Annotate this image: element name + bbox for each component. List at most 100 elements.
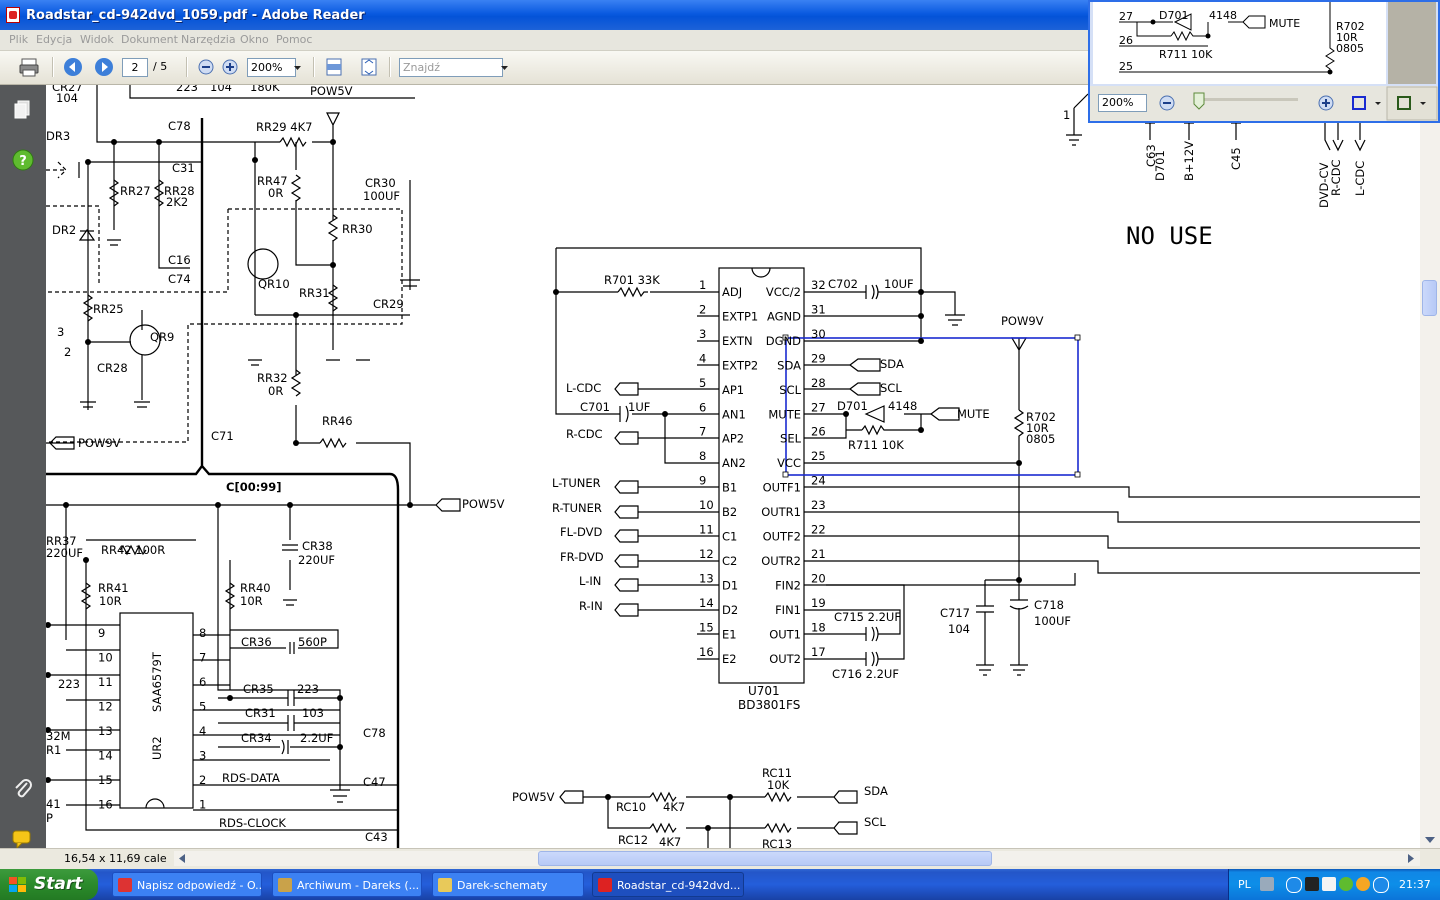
pan-zoom-slider-track[interactable] [1198, 98, 1298, 101]
label-b12v: B+12V [1182, 141, 1196, 181]
ur2-pin-number: 11 [98, 675, 113, 689]
u701-pin-number: 18 [811, 620, 826, 634]
attachment-icon[interactable] [11, 777, 35, 801]
keyboard-icon[interactable] [1260, 877, 1274, 891]
find-dropdown-arrow-icon[interactable] [500, 58, 510, 77]
label-pow5v-right: POW5V [462, 497, 505, 511]
u701-pin-number: 6 [699, 400, 706, 414]
menu-document[interactable]: Dokument [121, 33, 178, 46]
horizontal-scroll-thumb[interactable] [538, 851, 992, 866]
u701-pin-number: 30 [811, 327, 826, 341]
u701-pin-name: AP1 [722, 383, 744, 397]
u701-pin-name: DGND [766, 334, 801, 348]
mail-icon[interactable] [1322, 877, 1336, 891]
page-size-label: 16,54 x 11,69 cale [64, 852, 167, 865]
fit-width-icon[interactable] [323, 56, 345, 78]
schematic-drawing: NO USE U701 BD3801FS 1 ADJ 2 EXTP1 3 EXTN 4 EXT… [46, 85, 1420, 848]
menu-window[interactable]: Okno [240, 33, 269, 46]
label-rds-clock: RDS-CLOCK [219, 816, 286, 830]
u701-pin-number: 11 [699, 523, 714, 537]
find-input[interactable]: Znajdź [399, 58, 503, 77]
u701-pin-name: EXTP2 [722, 358, 758, 372]
zoom-dropdown-arrow-icon[interactable] [292, 58, 303, 77]
u701-pin-name: E2 [722, 652, 737, 666]
ur2-pin-number: 12 [98, 700, 113, 714]
label-rr31: RR31 [299, 286, 330, 300]
u701-pin-name: OUT1 [769, 627, 801, 641]
help-icon[interactable]: ? [11, 148, 35, 172]
page-number-input[interactable]: 2 [122, 58, 148, 77]
previous-page-icon[interactable] [62, 56, 84, 78]
zoom-level-input[interactable]: 200% [247, 58, 296, 77]
preview-pin-25: 25 [1119, 60, 1133, 73]
label-r1: R1 [46, 743, 61, 757]
network-icon[interactable] [1305, 877, 1319, 891]
task-adobe-reader[interactable]: Roadstar_cd-942dvd... [592, 872, 744, 897]
u701-pin-number: 13 [699, 571, 714, 585]
label-rr32: RR32 [257, 371, 288, 385]
u701-pin-name: SEL [780, 432, 802, 446]
language-indicator[interactable]: PL [1238, 878, 1251, 891]
bluetooth-icon[interactable] [1373, 877, 1389, 893]
vertical-scrollbar[interactable] [1420, 85, 1440, 848]
pan-zoom-out-icon[interactable] [1159, 95, 1175, 111]
u701-pin-name: VCC [777, 456, 801, 470]
arrow-tray-icon[interactable] [1286, 877, 1302, 893]
fit-page-icon[interactable] [358, 56, 380, 78]
label-rr40: RR40 [240, 581, 271, 595]
ur2-pin-number: 6 [199, 675, 206, 689]
label-left223: 223 [58, 677, 80, 691]
status-bar: 16,54 x 11,69 cale [0, 848, 1440, 869]
label-rc11v: 10K [767, 778, 790, 792]
u701-pin-number: 4 [699, 351, 706, 365]
label-41: 41 [46, 797, 61, 811]
u701-pin-name: OUT2 [769, 652, 801, 666]
u701-ref: U701 [748, 684, 780, 698]
ur2-pin-number: 13 [98, 724, 113, 738]
task-archive[interactable]: Archiwum - Dareks (... [272, 872, 422, 897]
pan-zoom-preview[interactable]: 27 D701 4148 MUTE 26 R711 10K 25 R702 10… [1093, 2, 1386, 84]
menu-file[interactable]: Plik [9, 33, 28, 46]
bus-label: C[00:99] [226, 480, 282, 494]
ur2-pin-number: 4 [199, 724, 206, 738]
view-box-color-icon[interactable] [1352, 96, 1381, 110]
label-c78b: C78 [363, 726, 386, 740]
label-c74: C74 [168, 272, 191, 286]
label-c47: C47 [363, 775, 386, 789]
menu-help[interactable]: Pomoc [276, 33, 312, 46]
u701-pin-number: 15 [699, 620, 714, 634]
print-icon[interactable] [18, 56, 40, 78]
horizontal-scrollbar[interactable] [174, 851, 1420, 866]
u701-pin-name: OUTF1 [763, 481, 801, 495]
scroll-down-arrow-icon[interactable] [1420, 85, 1440, 848]
u701-pin-name: AGND [767, 309, 801, 323]
next-page-icon[interactable] [93, 56, 115, 78]
pan-zoom-in-icon[interactable] [1318, 95, 1334, 111]
task-folder[interactable]: Darek-schematy [432, 872, 584, 897]
menu-edit[interactable]: Edycja [36, 33, 72, 46]
document-view[interactable]: NO USE U701 BD3801FS 1 ADJ 2 EXTP1 3 EXTN 4 EXT… [46, 85, 1420, 848]
svg-text:?: ? [19, 154, 27, 169]
menu-view[interactable]: Widok [80, 33, 114, 46]
pan-zoom-slider-handle[interactable] [1193, 92, 1205, 110]
label-rc12: RC12 [618, 833, 648, 847]
input-r-in: R-IN [579, 599, 603, 613]
task-label: Napisz odpowiedź - O... [137, 879, 262, 892]
label-cr38: CR38 [302, 539, 333, 553]
zoom-in-icon[interactable] [219, 56, 241, 78]
u701-part: BD3801FS [738, 698, 800, 712]
start-button[interactable]: Start [0, 869, 98, 900]
label-c43: C43 [365, 830, 388, 844]
label-rr41: RR41 [98, 581, 129, 595]
label-cr35: CR35 [243, 682, 274, 696]
label-top180k: 180K [250, 85, 280, 94]
task-label: Archiwum - Dareks (... [297, 879, 420, 892]
label-sda-bottom: SDA [864, 784, 888, 798]
menu-tools[interactable]: Narzędzia [181, 33, 236, 46]
antivirus-icon[interactable] [1339, 877, 1353, 891]
pages-icon[interactable] [11, 98, 35, 122]
messenger-icon[interactable] [1356, 877, 1370, 891]
u701-pin-number: 12 [699, 547, 714, 561]
zoom-out-icon[interactable] [195, 56, 217, 78]
task-reply-email[interactable]: Napisz odpowiedź - O... [112, 872, 262, 897]
